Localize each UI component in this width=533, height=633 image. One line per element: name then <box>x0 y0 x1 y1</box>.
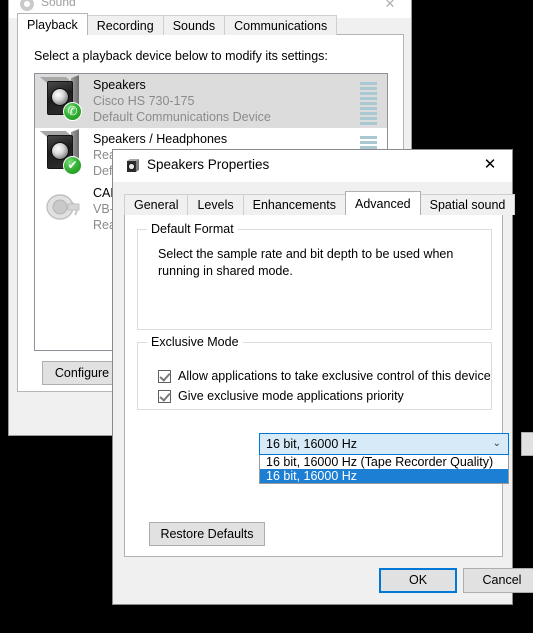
default-format-description: Select the sample rate and bit depth to … <box>158 247 454 278</box>
volume-meter <box>360 136 377 149</box>
configure-button[interactable]: Configure <box>42 361 122 385</box>
tab-playback[interactable]: Playback <box>17 13 88 35</box>
speaker-properties-icon <box>127 159 139 172</box>
cancel-button[interactable]: Cancel <box>463 568 533 593</box>
speaker-icon: ✆ <box>39 75 85 124</box>
device-driver: Cisco HS 730-175 <box>93 94 195 108</box>
device-status: Default Communications Device <box>93 110 271 124</box>
tab-sounds[interactable]: Sounds <box>162 15 226 35</box>
tab-enhancements[interactable]: Enhancements <box>242 194 347 215</box>
default-format-group: Default Format Select the sample rate an… <box>137 222 492 330</box>
sample-rate-selected-value: 16 bit, 16000 Hz <box>266 437 358 451</box>
properties-title: Speakers Properties <box>147 157 270 172</box>
device-text: Speakers Cisco HS 730-175 Default Commun… <box>93 77 271 125</box>
exclusive-control-label: Allow applications to take exclusive con… <box>178 369 491 383</box>
sound-speaker-icon <box>20 0 34 11</box>
properties-titlebar: Speakers Properties ✕ <box>113 150 512 182</box>
volume-meter <box>360 82 377 125</box>
speakers-properties-dialog: Speakers Properties ✕ General Levels Enh… <box>112 149 533 605</box>
cable-jack-icon <box>41 186 85 232</box>
properties-tab-strip: General Levels Enhancements Advanced Spa… <box>124 191 516 215</box>
exclusive-mode-group: Exclusive Mode Allow applications to tak… <box>137 335 492 410</box>
exclusive-mode-title: Exclusive Mode <box>147 335 243 349</box>
playback-prompt: Select a playback device below to modify… <box>34 49 328 63</box>
checkbox-icon[interactable] <box>158 369 171 383</box>
properties-footer: OK Cancel Apply <box>113 557 533 604</box>
chevron-down-icon: ⌄ <box>492 438 501 449</box>
tab-communications[interactable]: Communications <box>224 15 338 35</box>
exclusive-priority-checkbox-row[interactable]: Give exclusive mode applications priorit… <box>158 389 404 403</box>
tab-general[interactable]: General <box>124 194 189 215</box>
restore-defaults-button[interactable]: Restore Defaults <box>149 522 265 546</box>
ok-button[interactable]: OK <box>379 568 457 593</box>
advanced-tab-panel: Default Format Select the sample rate an… <box>124 212 503 557</box>
dropdown-option-16bit-16000hz[interactable]: 16 bit, 16000 Hz <box>260 469 508 483</box>
exclusive-priority-label: Give exclusive mode applications priorit… <box>178 389 404 403</box>
test-button[interactable]: Test <box>521 432 533 456</box>
tab-levels[interactable]: Levels <box>187 194 244 215</box>
close-icon[interactable]: ✕ <box>375 0 405 14</box>
close-icon[interactable]: ✕ <box>470 152 510 178</box>
tab-recording[interactable]: Recording <box>86 15 164 35</box>
device-name: Speakers <box>93 78 146 92</box>
tab-spatial-sound[interactable]: Spatial sound <box>419 194 516 215</box>
default-format-title: Default Format <box>147 222 238 236</box>
exclusive-control-checkbox-row[interactable]: Allow applications to take exclusive con… <box>158 369 491 383</box>
sound-window-title: Sound <box>41 0 76 9</box>
checkbox-icon[interactable] <box>158 389 171 403</box>
sample-rate-dropdown-list[interactable]: 16 bit, 16000 Hz (Tape Recorder Quality)… <box>259 455 509 484</box>
tab-advanced[interactable]: Advanced <box>345 191 421 215</box>
sample-rate-combobox[interactable]: 16 bit, 16000 Hz ⌄ <box>259 433 509 455</box>
check-badge: ✔ <box>63 156 82 175</box>
sound-tab-strip: Playback Recording Sounds Communications <box>17 13 338 35</box>
device-name: Speakers / Headphones <box>93 132 228 146</box>
phone-badge: ✆ <box>63 102 82 121</box>
list-item[interactable]: ✆ Speakers Cisco HS 730-175 Default Comm… <box>35 74 387 128</box>
dropdown-option-tape-recorder-quality[interactable]: 16 bit, 16000 Hz (Tape Recorder Quality) <box>260 455 508 469</box>
speaker-icon: ✔ <box>39 129 85 178</box>
